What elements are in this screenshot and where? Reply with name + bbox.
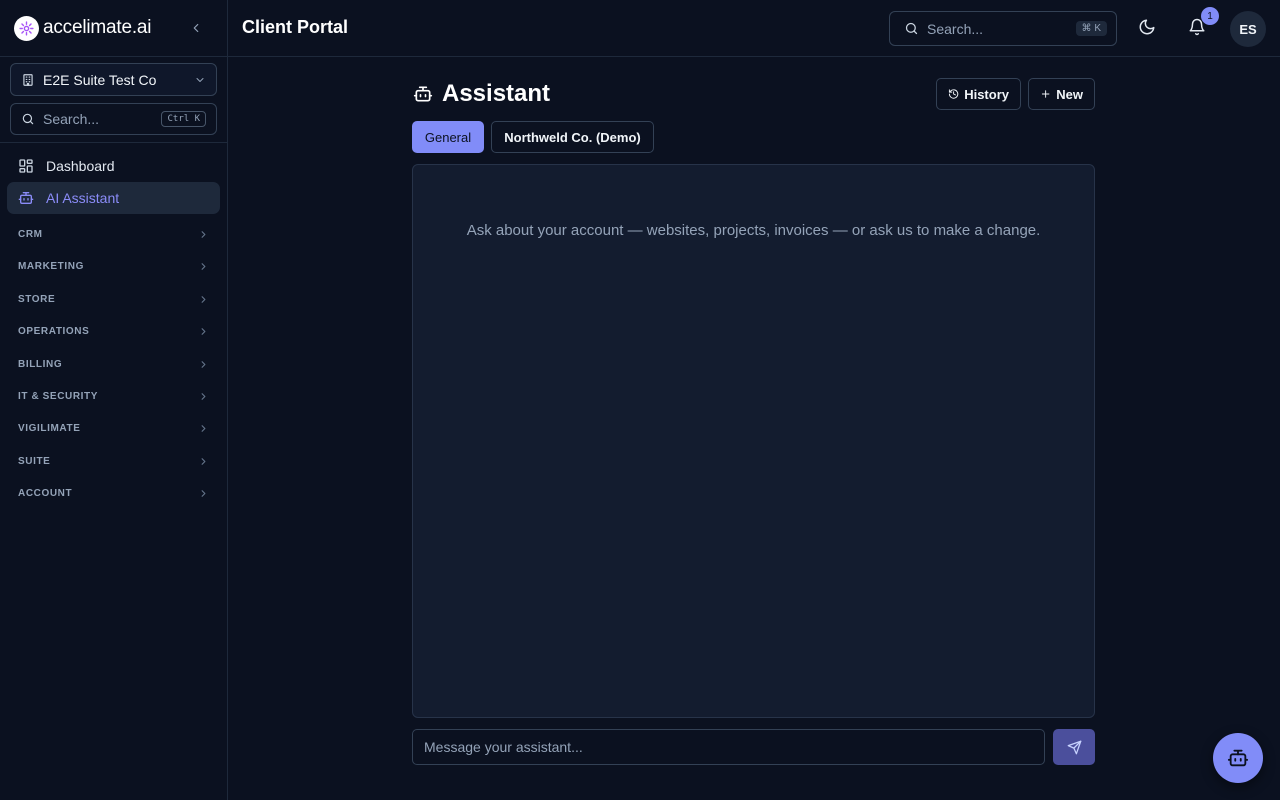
chevron-right-icon	[201, 424, 206, 432]
sidebar: accelimate.ai E2E Suite Test Co Search..…	[0, 0, 228, 800]
sidebar-search-placeholder: Search...	[43, 111, 100, 127]
user-avatar[interactable]: ES	[1230, 11, 1266, 47]
assistant-fab-button[interactable]	[1213, 733, 1263, 783]
chevron-right-icon	[201, 295, 206, 303]
section-label: BILLING	[18, 358, 63, 370]
chevron-right-icon	[201, 457, 206, 465]
shortcut-hint: ⌘ K	[1075, 21, 1107, 36]
top-bar: Client Portal Search... ⌘ K 1 ES	[228, 0, 1280, 57]
chevron-right-icon	[201, 489, 206, 497]
notification-count-badge: 1	[1201, 7, 1219, 25]
sidebar-section-account[interactable]: ACCOUNT	[7, 480, 220, 506]
robot-icon	[18, 192, 34, 204]
company-name: E2E Suite Test Co	[43, 71, 157, 88]
sidebar-item-ai-assistant[interactable]: AI Assistant	[7, 182, 220, 214]
section-label: OPERATIONS	[18, 325, 90, 337]
brand-name: accelimate.ai	[43, 17, 152, 38]
sidebar-item-dashboard[interactable]: Dashboard	[7, 150, 220, 182]
section-label: VIGILIMATE	[18, 422, 81, 434]
sidebar-search-input[interactable]: Search... Ctrl K	[10, 103, 217, 135]
section-label: IT & SECURITY	[18, 390, 99, 402]
tab-general[interactable]: General	[412, 121, 484, 153]
robot-icon	[1227, 749, 1249, 767]
sidebar-section-marketing[interactable]: MARKETING	[7, 253, 220, 279]
section-label: STORE	[18, 293, 56, 305]
robot-icon	[413, 86, 433, 102]
history-button[interactable]: History	[936, 78, 1021, 110]
new-chat-button[interactable]: New	[1028, 78, 1095, 110]
shortcut-hint: Ctrl K	[161, 111, 206, 127]
global-search-input[interactable]: Search... ⌘ K	[889, 11, 1117, 46]
assistant-title: Assistant	[442, 80, 551, 107]
collapse-sidebar-button[interactable]	[186, 18, 206, 38]
sidebar-item-label: AI Assistant	[46, 190, 120, 206]
chevron-right-icon	[201, 230, 206, 238]
divider	[0, 142, 228, 143]
plus-icon	[1041, 90, 1050, 98]
section-label: SUITE	[18, 455, 51, 467]
tab-northweld-demo[interactable]: Northweld Co. (Demo)	[491, 121, 654, 153]
chevron-right-icon	[201, 262, 206, 270]
grid-icon	[19, 159, 33, 173]
section-label: ACCOUNT	[18, 487, 73, 499]
sidebar-item-label: Dashboard	[46, 158, 115, 174]
send-button[interactable]	[1053, 729, 1095, 765]
sidebar-section-suite[interactable]: SUITE	[7, 448, 220, 474]
sidebar-section-crm[interactable]: CRM	[7, 221, 220, 247]
page-title: Client Portal	[242, 17, 349, 37]
history-label: History	[964, 86, 1009, 102]
chevron-right-icon	[201, 392, 206, 400]
chevron-right-icon	[201, 360, 206, 368]
sidebar-section-store[interactable]: STORE	[7, 286, 220, 312]
brain-icon	[14, 15, 39, 41]
assistant-heading: Assistant	[413, 80, 550, 108]
history-icon	[948, 89, 959, 99]
chevron-left-icon	[193, 23, 199, 33]
company-selector[interactable]: E2E Suite Test Co	[10, 63, 217, 96]
chevron-down-icon	[196, 77, 204, 82]
brand[interactable]: accelimate.ai	[14, 15, 151, 41]
chevron-right-icon	[201, 327, 206, 335]
section-label: CRM	[18, 228, 43, 240]
search-icon	[905, 22, 918, 35]
sidebar-section-billing[interactable]: BILLING	[7, 351, 220, 377]
empty-state-message: Ask about your account — websites, proje…	[466, 222, 1041, 239]
chat-panel: Ask about your account — websites, proje…	[412, 164, 1095, 718]
sidebar-section-it-security[interactable]: IT & SECURITY	[7, 383, 220, 409]
send-icon	[1067, 740, 1081, 754]
global-search-placeholder: Search...	[927, 20, 984, 37]
sidebar-section-vigilimate[interactable]: VIGILIMATE	[7, 415, 220, 441]
message-composer[interactable]	[412, 729, 1045, 765]
section-label: MARKETING	[18, 260, 84, 272]
moon-icon	[1139, 19, 1155, 35]
new-label: New	[1056, 86, 1083, 102]
message-input[interactable]	[424, 739, 1033, 755]
search-icon	[22, 113, 34, 125]
building-icon	[23, 73, 33, 86]
sidebar-section-operations[interactable]: OPERATIONS	[7, 318, 220, 344]
theme-toggle-button[interactable]	[1138, 18, 1158, 38]
divider	[0, 56, 228, 57]
